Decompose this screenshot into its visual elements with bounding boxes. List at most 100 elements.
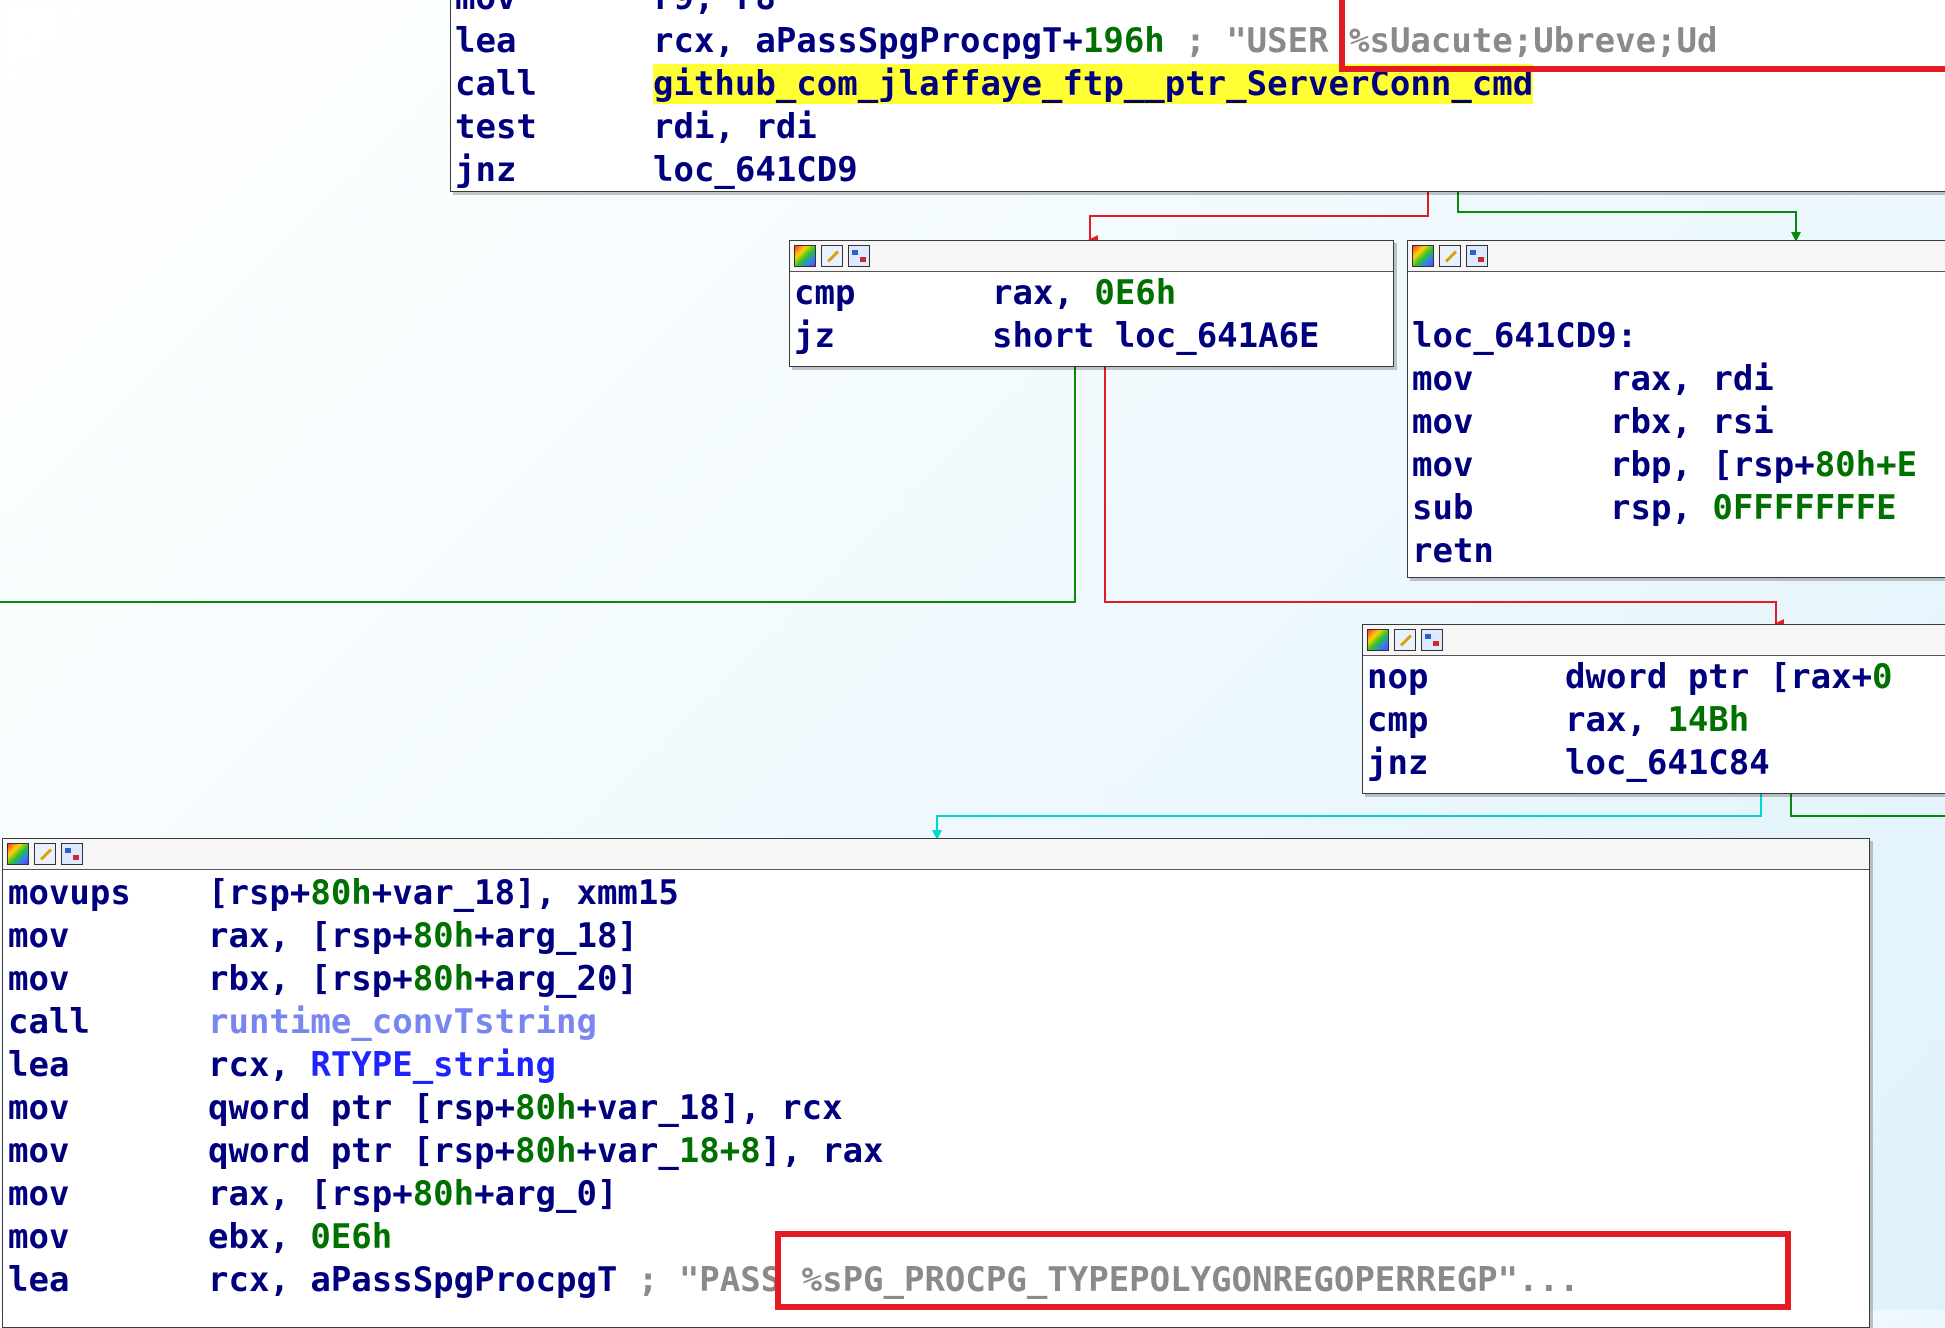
offset-value: 80h (412, 1174, 475, 1214)
instr-line: retn (1412, 530, 1945, 573)
call-target[interactable]: runtime_convTstring (208, 1002, 597, 1042)
edge-true-nop-right (1790, 794, 1945, 817)
color-icon[interactable] (7, 843, 29, 865)
mnemonic: mov (8, 1131, 70, 1171)
edge-true-cmp-left (0, 367, 1076, 603)
cmp-code-block[interactable]: cmp rax, 0E6h jz short loc_641A6E (789, 240, 1394, 367)
mnemonic: test (455, 107, 537, 147)
operands: +arg_20] (474, 959, 638, 999)
operands: rbx, [rsp+ (208, 959, 413, 999)
highlighted-call-target[interactable]: github_com_jlaffaye_ftp__ptr_ServerConn_… (653, 64, 1534, 104)
instr-line: mov rbx, [rsp+80h+arg_20] (8, 958, 1869, 1001)
operands: +arg_0] (474, 1174, 618, 1214)
offset-value: 80h (310, 873, 372, 913)
mnemonic: lea (8, 1045, 70, 1085)
instr-line: lea rcx, aPassSpgProcpgT ; "PASS %sPG_PRO… (8, 1259, 1869, 1302)
edge-true-top-to-loc (1457, 192, 1801, 242)
color-icon[interactable] (1412, 245, 1434, 267)
mnemonic: sub (1412, 488, 1474, 528)
operands: +var_ (576, 1131, 679, 1171)
mnemonic: lea (8, 1260, 70, 1300)
mnemonic: call (455, 64, 537, 104)
top-code-block[interactable]: movr9, r8 lea rcx, aPassSpgProcpgT+196h ;… (450, 0, 1945, 192)
instr-line: movups [rsp+80h+var_18], xmm15 (8, 872, 1869, 915)
offset-value: 80h (515, 1088, 577, 1128)
edit-icon[interactable] (34, 843, 56, 865)
edit-icon[interactable] (821, 245, 843, 267)
operands: rsp, (1610, 488, 1713, 528)
instr-line: nop dword ptr [rax+0 (1367, 656, 1945, 699)
mnemonic: mov (8, 1088, 70, 1128)
nop-cmp-block[interactable]: nop dword ptr [rax+0 cmp rax, 14Bh jnz loc_… (1362, 624, 1945, 794)
mnemonic: mov (1412, 402, 1474, 442)
color-icon[interactable] (794, 245, 816, 267)
block-header (3, 839, 1869, 870)
operands: rax, (992, 273, 1095, 313)
operands: rax, [rsp+ (208, 1174, 413, 1214)
color-icon[interactable] (1367, 629, 1389, 651)
offset-value: 80h (515, 1131, 577, 1171)
operands: rax, rdi (1610, 359, 1774, 399)
offset-value: 80h (412, 916, 475, 956)
instr-line: mov ebx, 0E6h (8, 1216, 1869, 1259)
loc-641cd9-block[interactable]: loc_641CD9: mov rax, rdi mov rbx, rsi mov r… (1407, 240, 1945, 578)
edge-false-top-to-cmp (1088, 192, 1429, 245)
edit-icon[interactable] (1394, 629, 1416, 651)
mnemonic: jz (794, 316, 835, 356)
instr-line: mov rax, rdi (1412, 358, 1945, 401)
operands: +var_18], rcx (576, 1088, 843, 1128)
block-header (1408, 241, 1945, 272)
jump-target[interactable]: loc_641CD9 (653, 150, 858, 190)
operands: ], rax (760, 1131, 884, 1171)
operands: rax, (1565, 700, 1668, 740)
operands: +arg_18] (474, 916, 638, 956)
instr-line: movr9, r8 (455, 0, 1945, 20)
immediate-value: 0E6h (310, 1217, 393, 1257)
mnemonic: mov (1412, 359, 1474, 399)
instr-line: test rdi, rdi (455, 106, 1945, 149)
instr-line: call github_com_jlaffaye_ftp__ptr_ServerC… (455, 63, 1945, 106)
instr-line: lea rcx, aPassSpgProcpgT+196h ; "USER %sU… (455, 20, 1945, 63)
mnemonic: cmp (794, 273, 856, 313)
jump-target[interactable]: loc_641C84 (1565, 743, 1770, 783)
mnemonic: mov (8, 1174, 70, 1214)
operands: rcx, (208, 1045, 311, 1085)
instr-line: sub rsp, 0FFFFFFFE (1412, 487, 1945, 530)
offset-value: 0 (1872, 657, 1893, 697)
edit-icon[interactable] (1439, 245, 1461, 267)
mnemonic: mov (455, 0, 653, 20)
operands: qword ptr [rsp+ (208, 1131, 516, 1171)
graph-icon[interactable] (1466, 245, 1488, 267)
block-label[interactable]: loc_641CD9: (1412, 316, 1637, 356)
edge-nop-to-bottom (932, 794, 1762, 840)
offset-value: 80h (412, 959, 475, 999)
block-header (1363, 625, 1945, 656)
instr-line: mov rax, [rsp+80h+arg_0] (8, 1173, 1869, 1216)
bottom-code-block[interactable]: movups [rsp+80h+var_18], xmm15 mov rax, [r… (2, 838, 1870, 1328)
jump-target[interactable]: short loc_641A6E (992, 316, 1320, 356)
operands: +var_18], xmm15 (371, 873, 679, 913)
mnemonic: retn (1412, 531, 1494, 571)
mnemonic: mov (8, 1217, 70, 1257)
operands: ebx, (208, 1217, 311, 1257)
instr-line: jnz loc_641C84 (1367, 742, 1945, 785)
operands: dword ptr [rax+ (1565, 657, 1873, 697)
mnemonic: mov (1412, 445, 1474, 485)
operands: r9, r8 (653, 0, 776, 18)
instr-line: mov qword ptr [rsp+80h+var_18], rcx (8, 1087, 1869, 1130)
instr-line: mov qword ptr [rsp+80h+var_18+8], rax (8, 1130, 1869, 1173)
block-header (790, 241, 1393, 272)
graph-icon[interactable] (61, 843, 83, 865)
instr-line: cmp rax, 14Bh (1367, 699, 1945, 742)
operands: rbx, rsi (1610, 402, 1774, 442)
operands: [rsp+ (208, 873, 311, 913)
instr-line: mov rbp, [rsp+80h+E (1412, 444, 1945, 487)
operands: rdi, rdi (653, 107, 817, 147)
graph-icon[interactable] (848, 245, 870, 267)
graph-icon[interactable] (1421, 629, 1443, 651)
comment-separator: ; (1164, 21, 1227, 61)
mnemonic: nop (1367, 657, 1429, 697)
operands: rcx, aPassSpgProcpgT+196h (653, 21, 1165, 61)
instr-line: cmp rax, 0E6h (794, 272, 1393, 315)
type-reference[interactable]: RTYPE_string (310, 1045, 556, 1085)
